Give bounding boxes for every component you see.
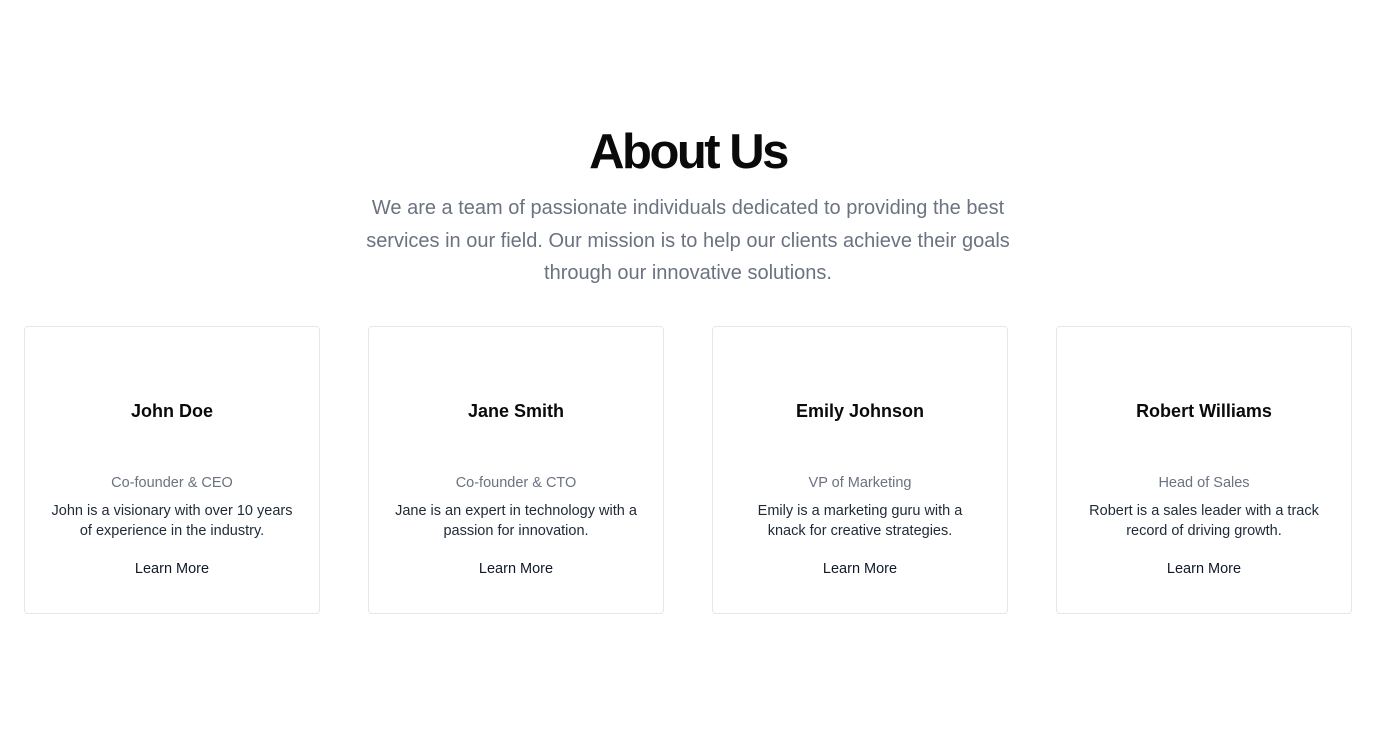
member-bio: Robert is a sales leader with a track re… <box>1089 503 1319 539</box>
member-name: Jane Smith <box>467 401 565 421</box>
member-bio: Emily is a marketing guru with a knack f… <box>757 503 963 539</box>
page-description: We are a team of passionate individuals … <box>366 197 1010 284</box>
team-card-emily-johnson: Emily Johnson VP of Marketing Emily is a… <box>712 326 1008 614</box>
member-name: Emily Johnson <box>795 401 925 421</box>
member-name: John Doe <box>130 401 213 421</box>
team-card-john-doe: John Doe Co-founder & CEO John is a visi… <box>24 326 320 614</box>
member-role: Co-founder & CTO <box>455 475 577 491</box>
learn-more-link[interactable]: Learn More <box>713 559 1007 579</box>
member-role: VP of Marketing <box>808 475 912 491</box>
team-cards: John Doe Co-founder & CEO John is a visi… <box>24 326 1352 614</box>
about-us-page: About Us We are a team of passionate ind… <box>0 0 1376 742</box>
member-role: Head of Sales <box>1158 475 1250 491</box>
member-name: Robert Williams <box>1136 401 1272 421</box>
learn-more-link[interactable]: Learn More <box>369 559 663 579</box>
about-us-header: About Us We are a team of passionate ind… <box>0 124 1376 290</box>
member-bio: Jane is an expert in technology with a p… <box>395 503 637 539</box>
learn-more-link[interactable]: Learn More <box>1057 559 1351 579</box>
team-card-robert-williams: Robert Williams Head of Sales Robert is … <box>1056 326 1352 614</box>
member-bio: John is a visionary with over 10 years o… <box>51 503 293 539</box>
member-role: Co-founder & CEO <box>111 475 233 491</box>
learn-more-link[interactable]: Learn More <box>25 559 319 579</box>
page-title: About Us <box>589 125 789 179</box>
team-card-jane-smith: Jane Smith Co-founder & CTO Jane is an e… <box>368 326 664 614</box>
